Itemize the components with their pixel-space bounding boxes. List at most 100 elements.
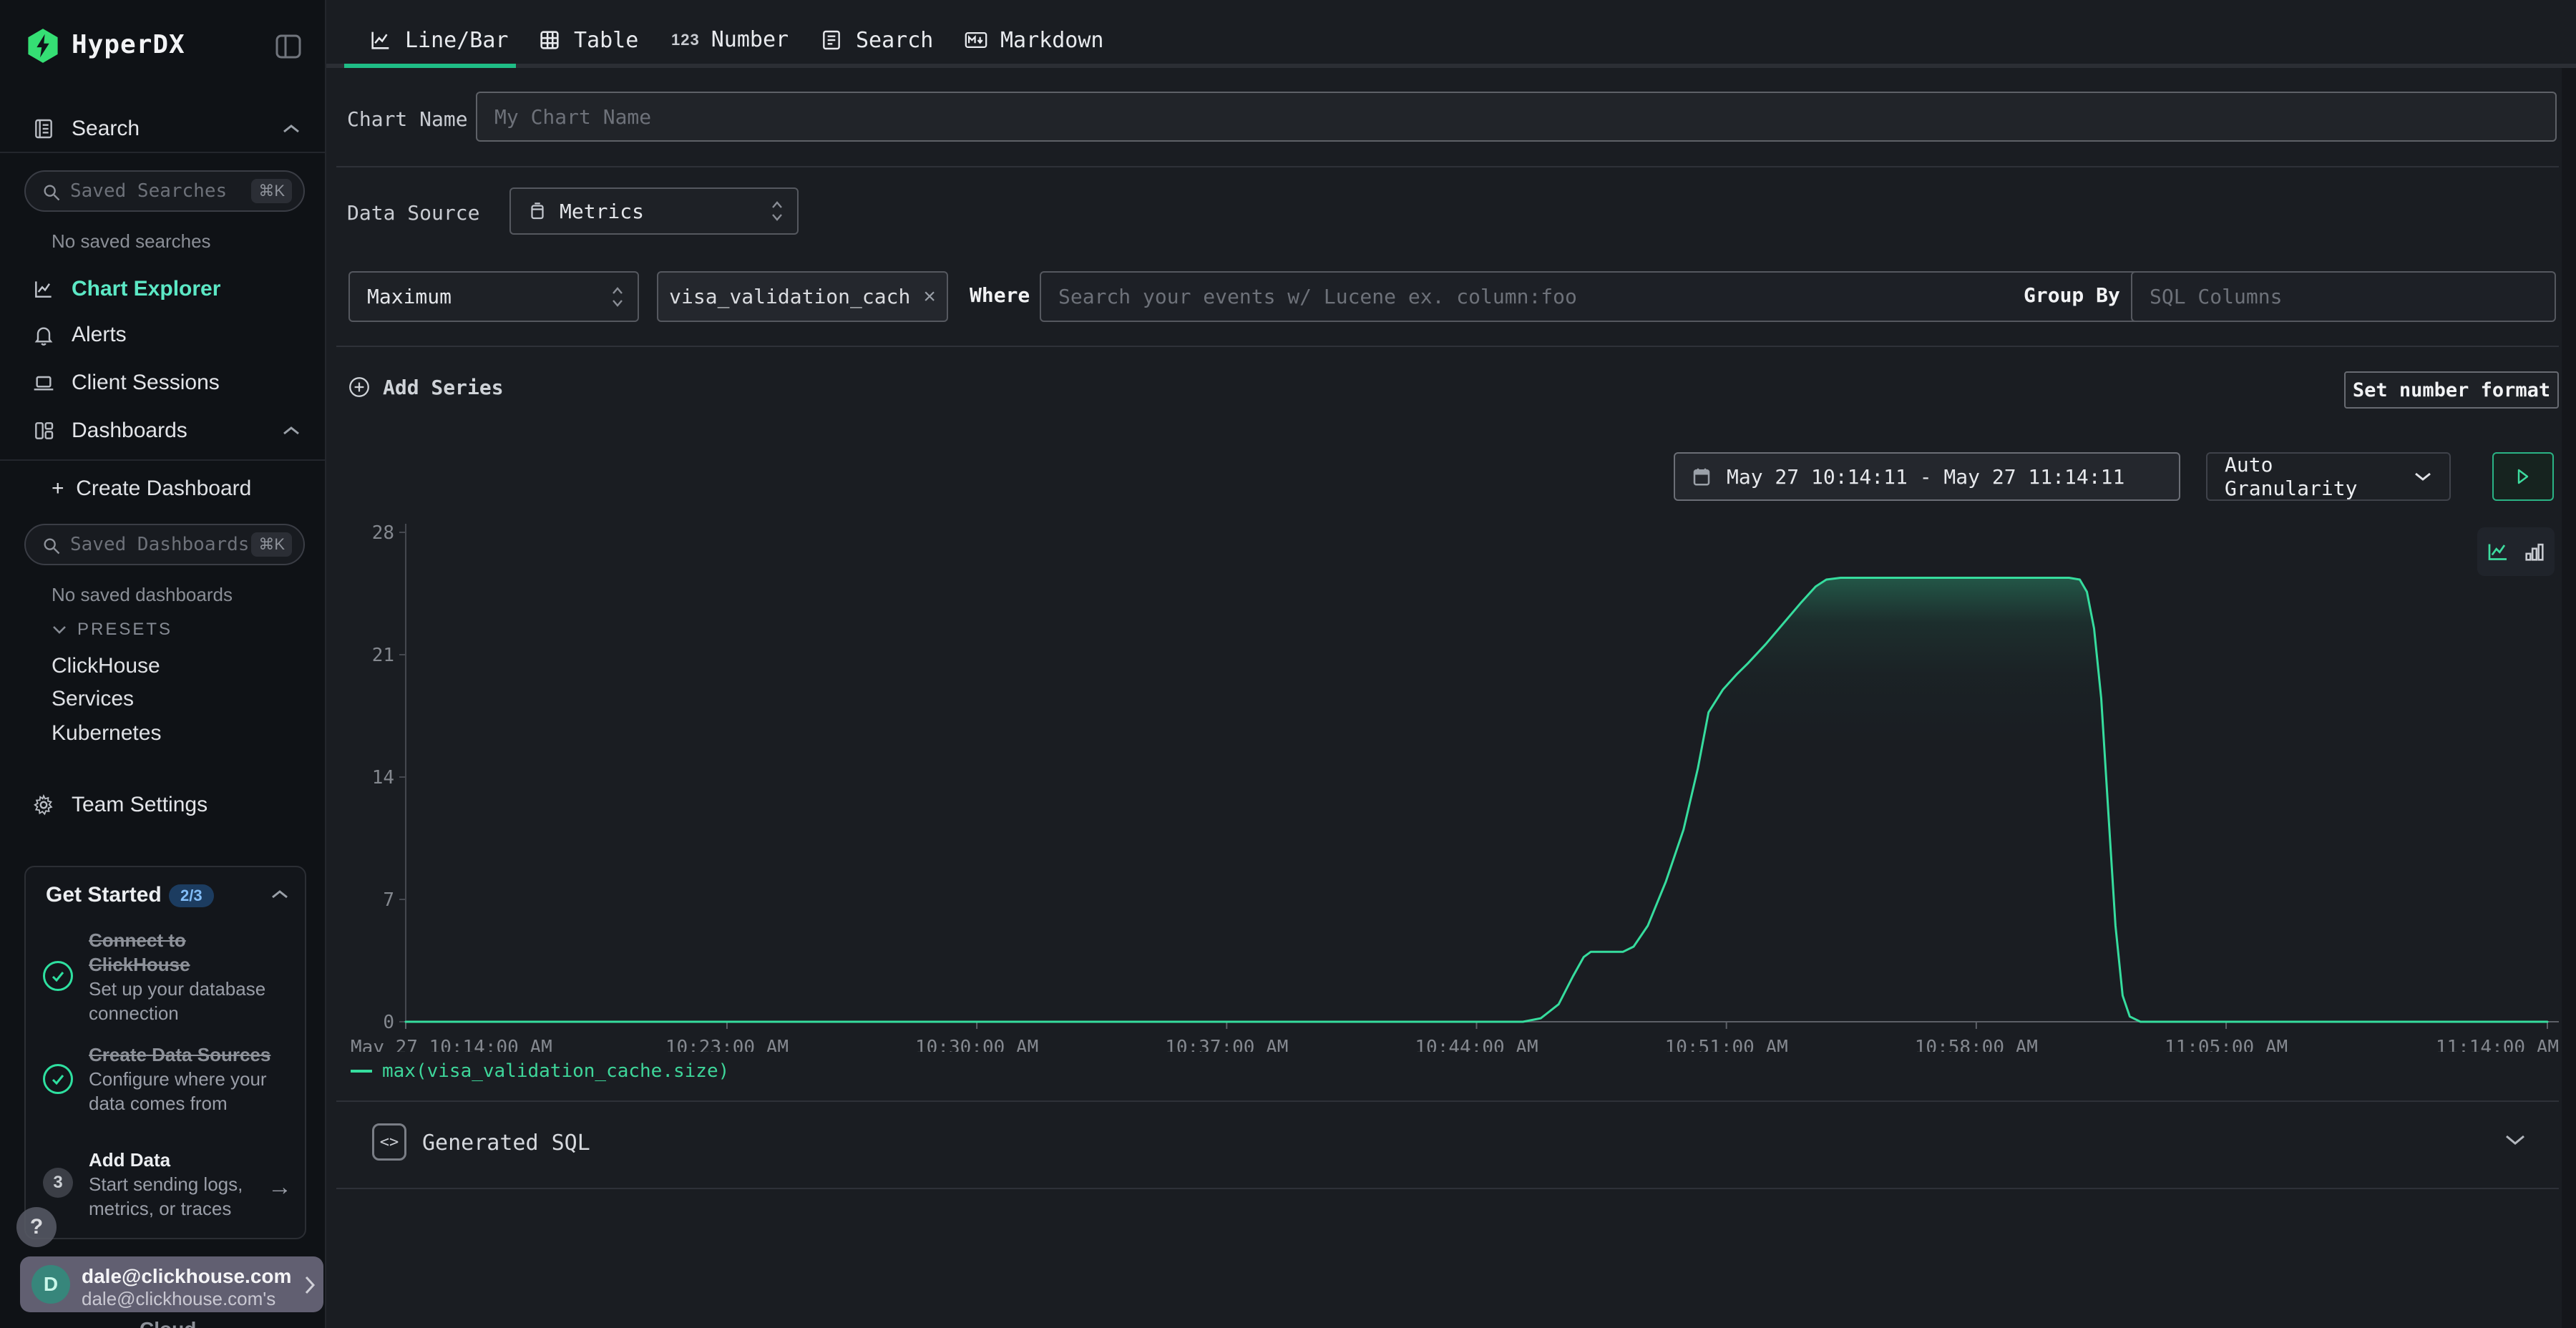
sidebar-item-team-settings[interactable]: Team Settings bbox=[0, 788, 326, 822]
sidebar: HyperDX Search bbox=[0, 0, 326, 1328]
database-icon bbox=[527, 200, 548, 222]
saved-searches-search[interactable]: ⌘K bbox=[24, 170, 305, 212]
get-started-item[interactable]: Create Data Sources Configure where your… bbox=[89, 1043, 286, 1115]
bell-icon bbox=[31, 323, 56, 347]
laptop-icon bbox=[31, 371, 56, 395]
dashboard-grid-icon bbox=[31, 419, 56, 443]
user-account-button[interactable]: D dale@clickhouse.com dale@clickhouse.co… bbox=[20, 1256, 323, 1312]
avatar: D bbox=[31, 1265, 70, 1304]
create-dashboard-button[interactable]: + Create Dashboard bbox=[0, 472, 326, 505]
hyperdx-logo-icon bbox=[24, 27, 62, 64]
app-window: HyperDX Search bbox=[0, 0, 2576, 1328]
add-series-button[interactable]: Add Series bbox=[347, 375, 504, 399]
markdown-icon bbox=[963, 27, 989, 53]
chart-name-input[interactable] bbox=[476, 92, 2557, 142]
clipped-text: Cloud bbox=[140, 1318, 196, 1328]
presets-label: PRESETS bbox=[77, 620, 172, 640]
aggregation-value: Maximum bbox=[367, 285, 452, 308]
chart-type-tabbar: Line/Bar Table 123 Number bbox=[326, 0, 2576, 68]
tab-number[interactable]: 123 Number bbox=[671, 27, 789, 52]
saved-dashboards-search[interactable]: ⌘K bbox=[24, 524, 305, 565]
svg-text:10:37:00 AM: 10:37:00 AM bbox=[1165, 1037, 1288, 1052]
svg-text:28: 28 bbox=[372, 522, 394, 544]
play-icon bbox=[2516, 468, 2530, 485]
date-range-value: May 27 10:14:11 - May 27 11:14:11 bbox=[1727, 465, 2124, 489]
close-icon[interactable]: × bbox=[923, 286, 936, 308]
data-source-select[interactable]: Metrics bbox=[509, 187, 799, 235]
sidebar-collapse-icon[interactable] bbox=[275, 34, 301, 59]
divider bbox=[336, 346, 2559, 347]
presets-toggle[interactable]: PRESETS bbox=[52, 620, 172, 640]
calendar-icon bbox=[1691, 466, 1712, 487]
get-started-item[interactable]: Connect to ClickHouse Set up your databa… bbox=[89, 928, 286, 1025]
sidebar-item-chart-explorer[interactable]: Chart Explorer bbox=[0, 272, 326, 306]
search-icon bbox=[42, 182, 62, 202]
check-circle-icon bbox=[43, 961, 73, 991]
divider bbox=[336, 166, 2559, 167]
get-started-item[interactable]: Add Data Start sending logs, metrics, or… bbox=[89, 1148, 286, 1221]
line-chart-icon bbox=[368, 27, 394, 53]
plus-circle-icon bbox=[347, 375, 371, 399]
chevron-up-icon bbox=[282, 123, 301, 135]
sidebar-item-services[interactable]: Services bbox=[0, 683, 326, 716]
set-number-format-button[interactable]: Set number format bbox=[2344, 371, 2559, 409]
select-chevrons-icon bbox=[610, 285, 625, 309]
tab-markdown[interactable]: Markdown bbox=[963, 27, 1104, 53]
task-title: Add Data bbox=[89, 1148, 286, 1172]
tab-line-bar[interactable]: Line/Bar bbox=[368, 27, 509, 53]
svg-text:10:30:00 AM: 10:30:00 AM bbox=[915, 1037, 1038, 1052]
group-by-label: Group By bbox=[2024, 283, 2120, 307]
chevron-down-icon bbox=[2414, 471, 2432, 482]
active-tab-indicator bbox=[344, 64, 516, 68]
task-title: Create Data Sources bbox=[89, 1043, 286, 1067]
sidebar-section-dashboards[interactable]: Dashboards bbox=[0, 414, 326, 448]
chart-legend[interactable]: max(visa_validation_cache.size) bbox=[351, 1060, 729, 1082]
granularity-select[interactable]: Auto Granularity bbox=[2206, 452, 2451, 501]
scrollbar-track[interactable] bbox=[2562, 68, 2576, 1328]
no-saved-dashboards-text: No saved dashboards bbox=[52, 584, 233, 606]
123-icon: 123 bbox=[671, 31, 700, 49]
tab-table[interactable]: Table bbox=[537, 27, 638, 53]
data-source-value: Metrics bbox=[560, 200, 644, 223]
check-circle-icon bbox=[43, 1064, 73, 1094]
get-started-card: Get Started 2/3 Connect to ClickHouse Se… bbox=[24, 866, 306, 1239]
sidebar-section-search[interactable]: Search bbox=[0, 112, 326, 146]
group-by-input[interactable] bbox=[2131, 271, 2556, 322]
help-button[interactable]: ? bbox=[16, 1207, 57, 1247]
sidebar-item-kubernetes[interactable]: Kubernetes bbox=[0, 717, 326, 750]
chevron-up-icon[interactable] bbox=[270, 889, 289, 900]
tab-search[interactable]: Search bbox=[819, 27, 933, 53]
chevron-up-icon bbox=[282, 425, 301, 436]
user-subtitle: dale@clickhouse.com's bbox=[82, 1288, 275, 1310]
time-series-chart[interactable]: 07142128May 27 10:14:00 AM10:23:00 AM10:… bbox=[336, 514, 2566, 1052]
sidebar-item-label: Chart Explorer bbox=[72, 277, 220, 301]
shortcut-badge: ⌘K bbox=[251, 179, 292, 203]
date-range-picker[interactable]: May 27 10:14:11 - May 27 11:14:11 bbox=[1674, 452, 2180, 501]
run-query-button[interactable] bbox=[2492, 452, 2554, 501]
metric-tag-label: visa_validation_cach bbox=[669, 285, 910, 308]
svg-text:14: 14 bbox=[372, 767, 394, 788]
shortcut-badge: ⌘K bbox=[251, 532, 292, 557]
generated-sql-toggle[interactable]: <> Generated SQL bbox=[326, 1102, 2576, 1188]
task-desc: Start sending logs, metrics, or traces bbox=[89, 1172, 286, 1221]
preset-label: Services bbox=[52, 687, 134, 711]
tab-label: Table bbox=[574, 28, 638, 53]
generated-sql-label: Generated SQL bbox=[422, 1131, 590, 1156]
create-dashboard-label: Create Dashboard bbox=[76, 477, 251, 500]
add-series-label: Add Series bbox=[383, 376, 504, 399]
chevron-right-icon bbox=[303, 1275, 316, 1295]
svg-text:10:58:00 AM: 10:58:00 AM bbox=[1915, 1037, 2038, 1052]
svg-text:21: 21 bbox=[372, 645, 394, 666]
aggregation-select[interactable]: Maximum bbox=[348, 271, 639, 322]
tab-label: Number bbox=[711, 27, 789, 52]
metric-tag[interactable]: visa_validation_cach × bbox=[657, 271, 948, 322]
sidebar-item-clickhouse[interactable]: ClickHouse bbox=[0, 650, 326, 683]
sidebar-item-alerts[interactable]: Alerts bbox=[0, 318, 326, 352]
svg-text:11:14:00 AM: 11:14:00 AM bbox=[2436, 1037, 2559, 1052]
granularity-value: Auto Granularity bbox=[2225, 453, 2414, 500]
table-icon bbox=[537, 27, 562, 53]
preset-label: Kubernetes bbox=[52, 721, 161, 746]
document-lines-icon bbox=[819, 27, 844, 53]
arrow-right-icon[interactable]: → bbox=[268, 1173, 292, 1201]
sidebar-item-client-sessions[interactable]: Client Sessions bbox=[0, 366, 326, 400]
